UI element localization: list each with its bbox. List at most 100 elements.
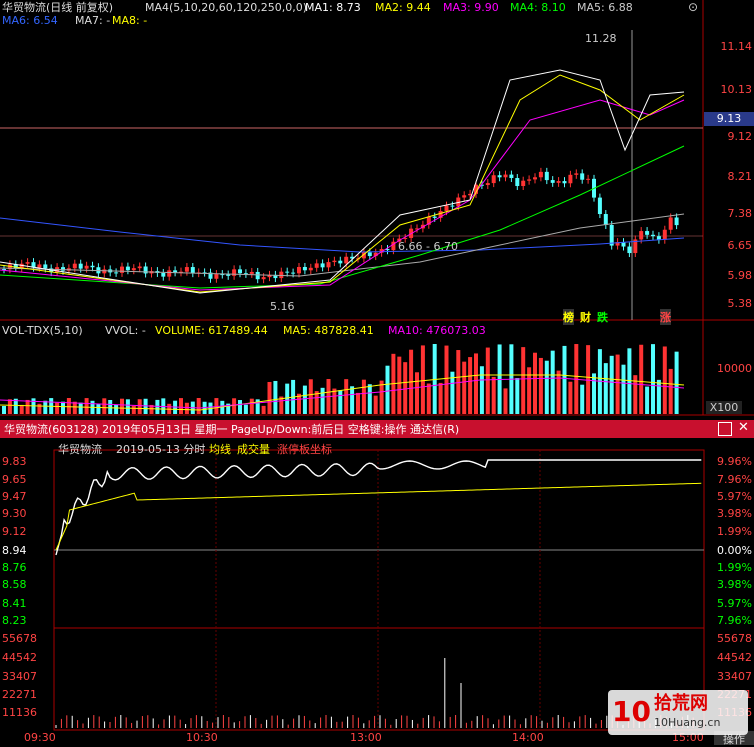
volume-bar — [19, 404, 24, 414]
candle-body — [538, 171, 543, 178]
candle-body — [102, 269, 107, 274]
candle-body — [25, 262, 30, 264]
tag-cai[interactable]: 财 — [580, 309, 591, 325]
volume-bar — [2, 406, 6, 414]
volume-bar — [645, 386, 650, 414]
volume-bar — [261, 405, 266, 414]
ma5-value: MA5: 6.88 — [577, 1, 633, 14]
candle-body — [344, 256, 349, 264]
intraday-pct-tick: 9.96% — [717, 455, 752, 468]
intraday-price-tick: 9.65 — [2, 473, 27, 486]
volume-bar — [550, 350, 555, 414]
candle-body — [521, 180, 526, 187]
intraday-price-tick: 8.58 — [2, 578, 27, 591]
intraday-price-tick: 9.12 — [2, 525, 27, 538]
volume-bar — [273, 380, 278, 414]
candle-body — [568, 174, 573, 184]
volume-bar — [43, 400, 48, 414]
intraday-vol-tick: 55678 — [2, 632, 37, 645]
candle-body — [432, 216, 437, 218]
ma7-value: MA7: - — [75, 14, 111, 27]
volume-bar — [603, 363, 608, 414]
maximize-icon[interactable] — [718, 422, 732, 436]
volume-bar — [66, 398, 71, 414]
intraday-pct-tick: 3.98% — [717, 578, 752, 591]
kline-ytick: 8.21 — [727, 170, 753, 183]
intraday-vol-tick-right: 44542 — [717, 651, 752, 664]
candle-body — [367, 252, 372, 257]
intraday-vol-tick: 33407 — [2, 670, 37, 683]
volume-bar — [155, 399, 160, 414]
candle-body — [255, 271, 260, 280]
volume-bar — [674, 351, 679, 414]
ma6-line — [0, 217, 685, 253]
volume-bar — [7, 399, 12, 414]
low-label: 5.16 — [270, 300, 295, 313]
tag-bang[interactable]: 榜 — [563, 309, 574, 325]
intraday-frame — [53, 449, 705, 731]
candle-body — [190, 267, 195, 274]
candle-body — [137, 266, 142, 269]
volume-bar — [308, 379, 313, 414]
candle-body — [249, 271, 254, 274]
limit-coord-label[interactable]: 涨停板坐标 — [277, 443, 332, 456]
volume-bar — [426, 383, 431, 414]
volume-bar — [114, 404, 119, 414]
intraday-pct-tick: 1.99% — [717, 561, 752, 574]
kline-ytick: 7.38 — [727, 207, 753, 220]
volume-bar — [96, 403, 101, 414]
candle-body — [261, 277, 266, 280]
vvol-value: VVOL: - — [105, 324, 146, 337]
candle-body — [173, 270, 178, 273]
volume-bar — [320, 387, 325, 414]
tag-die[interactable]: 跌 — [597, 309, 608, 325]
volume-bar — [131, 405, 136, 414]
candle-body — [444, 205, 449, 212]
avg-line-label[interactable]: 均线 — [209, 443, 231, 456]
candle-body — [674, 217, 679, 226]
volume-bar — [533, 352, 537, 414]
candle-body — [609, 224, 614, 246]
intraday-vol-tick: 11136 — [2, 706, 37, 719]
intraday-time-tick: 14:00 — [512, 731, 544, 744]
candle-body — [491, 175, 496, 184]
intraday-pct-tick: 1.99% — [717, 525, 752, 538]
intraday-pct-tick: 7.96% — [717, 473, 752, 486]
close-icon[interactable]: ✕ — [738, 421, 749, 434]
volume-bar — [668, 368, 673, 414]
candle-body — [184, 267, 189, 272]
volume-bar — [403, 362, 408, 414]
vol-ytick: 10000 — [717, 362, 752, 375]
stock-chart-canvas[interactable] — [0, 0, 754, 745]
volume-bar — [125, 399, 130, 414]
volume-bar — [344, 379, 349, 414]
volume-bar — [651, 344, 655, 414]
volume-bar — [438, 382, 443, 414]
kline-ytick: 5.38 — [727, 297, 753, 310]
intraday-price-line — [55, 459, 702, 556]
volume-bar — [397, 356, 402, 414]
candle-body — [302, 266, 307, 271]
candle-body — [556, 181, 561, 183]
volume-bar — [527, 367, 532, 414]
candle-body — [450, 205, 455, 207]
intraday-price-tick: 8.76 — [2, 561, 27, 574]
volume-bar — [356, 392, 360, 414]
intraday-vol-tick: 22271 — [2, 688, 37, 701]
vol-title: VOL-TDX(5,10) — [2, 324, 83, 337]
intraday-window-title: 华贸物流(603128) 2019年05月13日 星期一 PageUp/Down… — [4, 423, 460, 436]
settings-icon[interactable]: ⊙ — [688, 1, 698, 14]
high-label: 11.28 — [585, 32, 617, 45]
volume-bar — [61, 401, 65, 414]
tag-zhang[interactable]: 涨 — [660, 309, 671, 325]
ma1-value: MA1: 8.73 — [305, 1, 361, 14]
volume-label[interactable]: 成交量 — [237, 443, 270, 456]
volume-bar — [84, 398, 89, 414]
ma4-line — [0, 145, 685, 289]
vol-ma10-value: MA10: 476073.03 — [388, 324, 486, 337]
candle-body — [503, 174, 508, 178]
volume-bar — [580, 384, 585, 414]
intraday-price-tick: 8.41 — [2, 597, 27, 610]
candle-body — [544, 171, 549, 181]
ma2-line — [0, 74, 685, 293]
